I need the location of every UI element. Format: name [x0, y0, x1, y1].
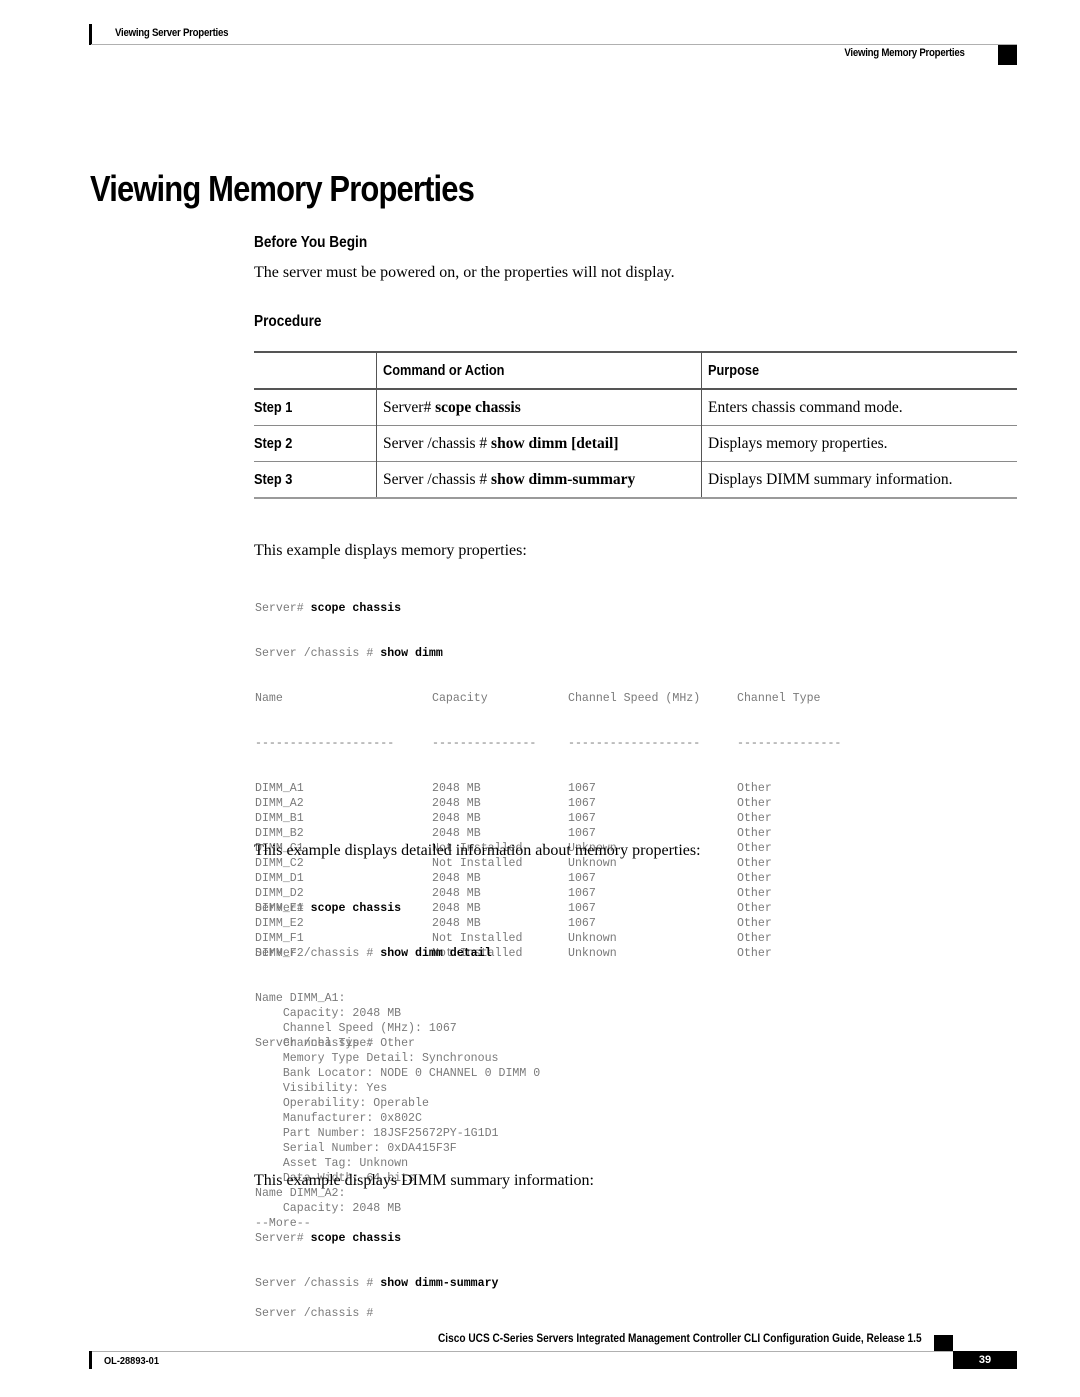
- dimm-channel-type: Other: [737, 812, 772, 825]
- dimm-channel-type: Other: [737, 782, 772, 795]
- code-output-line: Operability: Operable: [255, 1097, 429, 1110]
- dimm-table-row: DIMM_A1 2048 MB 1067 Other: [255, 781, 841, 796]
- command-prompt: Server /chassis #: [383, 470, 492, 488]
- dimm-channel-speed: 1067: [568, 872, 596, 885]
- dimm-channel-speed: Unknown: [568, 932, 617, 945]
- code-output-line: Serial Number: 0xDA415F3F: [255, 1142, 457, 1155]
- dimm-channel-speed: 1067: [568, 797, 596, 810]
- dimm-channel-type: Other: [737, 797, 772, 810]
- code-line: Server /chassis # show dimm-summary: [255, 1277, 499, 1290]
- dimm-channel-type: Other: [737, 902, 772, 915]
- dimm-table-row: DIMM_B1 2048 MB 1067 Other: [255, 811, 841, 826]
- code-line: Server# scope chassis: [255, 602, 402, 615]
- step-purpose: Displays DIMM summary information.: [708, 470, 953, 488]
- code-output-line: Visibility: Yes: [255, 1082, 388, 1095]
- step-label: Step 1: [254, 399, 293, 416]
- code-output-line: Capacity: 2048 MB: [255, 1007, 402, 1020]
- dimm-channel-speed: 1067: [568, 887, 596, 900]
- column-header-purpose: Purpose: [701, 352, 1017, 389]
- footer-guide-title: Cisco UCS C-Series Servers Integrated Ma…: [438, 1333, 922, 1345]
- dimm-channel-speed: 1067: [568, 782, 596, 795]
- dimm-capacity: 2048 MB: [432, 782, 481, 795]
- dimm-channel-type: Other: [737, 932, 772, 945]
- code-output-line: Bank Locator: NODE 0 CHANNEL 0 DIMM 0: [255, 1067, 541, 1080]
- dimm-table-header: Name Capacity Channel Speed (MHz) Channel T…: [255, 692, 821, 705]
- command-text: scope chassis: [435, 398, 521, 416]
- step-label: Step 3: [254, 471, 293, 488]
- dimm-channel-type: Other: [737, 857, 772, 870]
- page-title: Viewing Memory Properties: [90, 168, 475, 209]
- code-line: Server# scope chassis: [255, 1232, 402, 1245]
- code-line: Server /chassis #: [255, 1307, 374, 1320]
- dimm-capacity: 2048 MB: [432, 827, 481, 840]
- dimm-name: DIMM_B2: [255, 827, 304, 840]
- procedure-step-row: Step 1 Server# scope chassis Enters chas…: [254, 389, 1017, 426]
- dimm-name: DIMM_B1: [255, 812, 304, 825]
- code-output-line: Asset Tag: Unknown: [255, 1157, 409, 1170]
- example2-intro: This example displays detailed informati…: [254, 842, 701, 859]
- before-you-begin-text: The server must be powered on, or the pr…: [254, 264, 675, 281]
- code-line: Server /chassis # show dimm: [255, 647, 443, 660]
- header-section-title: Viewing Memory Properties: [844, 47, 965, 59]
- code-output-line: Channel Speed (MHz): 1067: [255, 1022, 457, 1035]
- dimm-table-row: DIMM_A2 2048 MB 1067 Other: [255, 796, 841, 811]
- code-output-line: Channel Type: Other: [255, 1037, 416, 1050]
- footer-doc-number: OL-28893-01: [104, 1355, 159, 1367]
- code-output-line: Part Number: 18JSF25672PY-1G1D1: [255, 1127, 499, 1140]
- procedure-table: Command or Action Purpose Step 1 Server#…: [254, 351, 1017, 499]
- code-output-line: Memory Type Detail: Synchronous: [255, 1052, 499, 1065]
- dimm-channel-type: Other: [737, 887, 772, 900]
- step-purpose: Enters chassis command mode.: [708, 398, 903, 416]
- code-output-line: Name DIMM_A1:: [255, 992, 346, 1005]
- footer-marker: [934, 1335, 953, 1352]
- header-chapter-title: Viewing Server Properties: [115, 27, 229, 39]
- dimm-channel-speed: 1067: [568, 917, 596, 930]
- footer-rule: [91, 1351, 1017, 1352]
- command-prompt: Server#: [383, 398, 436, 416]
- dimm-table-row: DIMM_B2 2048 MB 1067 Other: [255, 826, 841, 841]
- dimm-channel-type: Other: [737, 947, 772, 960]
- dimm-table-separator: -------------------- --------------- -----…: [255, 737, 842, 750]
- column-header-command: Command or Action: [376, 352, 702, 389]
- procedure-header-row: Command or Action Purpose: [254, 352, 1017, 389]
- example3-intro: This example displays DIMM summary infor…: [254, 1172, 594, 1189]
- command-text: show dimm-summary: [491, 470, 636, 488]
- step-purpose: Displays memory properties.: [708, 434, 888, 452]
- command-text: show dimm [detail]: [491, 434, 619, 452]
- dimm-name: DIMM_A2: [255, 797, 304, 810]
- dimm-channel-speed: Unknown: [568, 947, 617, 960]
- example1-intro: This example displays memory properties:: [254, 542, 527, 559]
- dimm-capacity: 2048 MB: [432, 812, 481, 825]
- dimm-channel-type: Other: [737, 872, 772, 885]
- procedure-step-row: Step 3 Server /chassis # show dimm-summa…: [254, 461, 1017, 498]
- dimm-name: DIMM_A1: [255, 782, 304, 795]
- step-label: Step 2: [254, 435, 293, 452]
- example3-code-block: Server# scope chassis Server /chassis # …: [255, 1201, 499, 1306]
- dimm-channel-speed: 1067: [568, 902, 596, 915]
- code-line: Server# scope chassis: [255, 902, 402, 915]
- page-number: 39: [953, 1351, 1017, 1369]
- header-left-bar: [89, 24, 92, 45]
- header-rule: [91, 44, 1017, 45]
- before-you-begin-heading: Before You Begin: [254, 234, 368, 251]
- command-prompt: Server /chassis #: [383, 434, 492, 452]
- footer-left-bar: [89, 1351, 92, 1369]
- code-output-line: Manufacturer: 0x802C: [255, 1112, 422, 1125]
- dimm-channel-type: Other: [737, 917, 772, 930]
- procedure-step-row: Step 2 Server /chassis # show dimm [deta…: [254, 425, 1017, 462]
- header-right-marker: [998, 45, 1017, 65]
- dimm-channel-type: Other: [737, 842, 772, 855]
- dimm-capacity: 2048 MB: [432, 797, 481, 810]
- dimm-channel-speed: 1067: [568, 812, 596, 825]
- column-header-step: [254, 352, 377, 389]
- dimm-channel-type: Other: [737, 827, 772, 840]
- dimm-channel-speed: 1067: [568, 827, 596, 840]
- code-line: Server /chassis # show dimm detail: [255, 947, 492, 960]
- procedure-heading: Procedure: [254, 313, 322, 330]
